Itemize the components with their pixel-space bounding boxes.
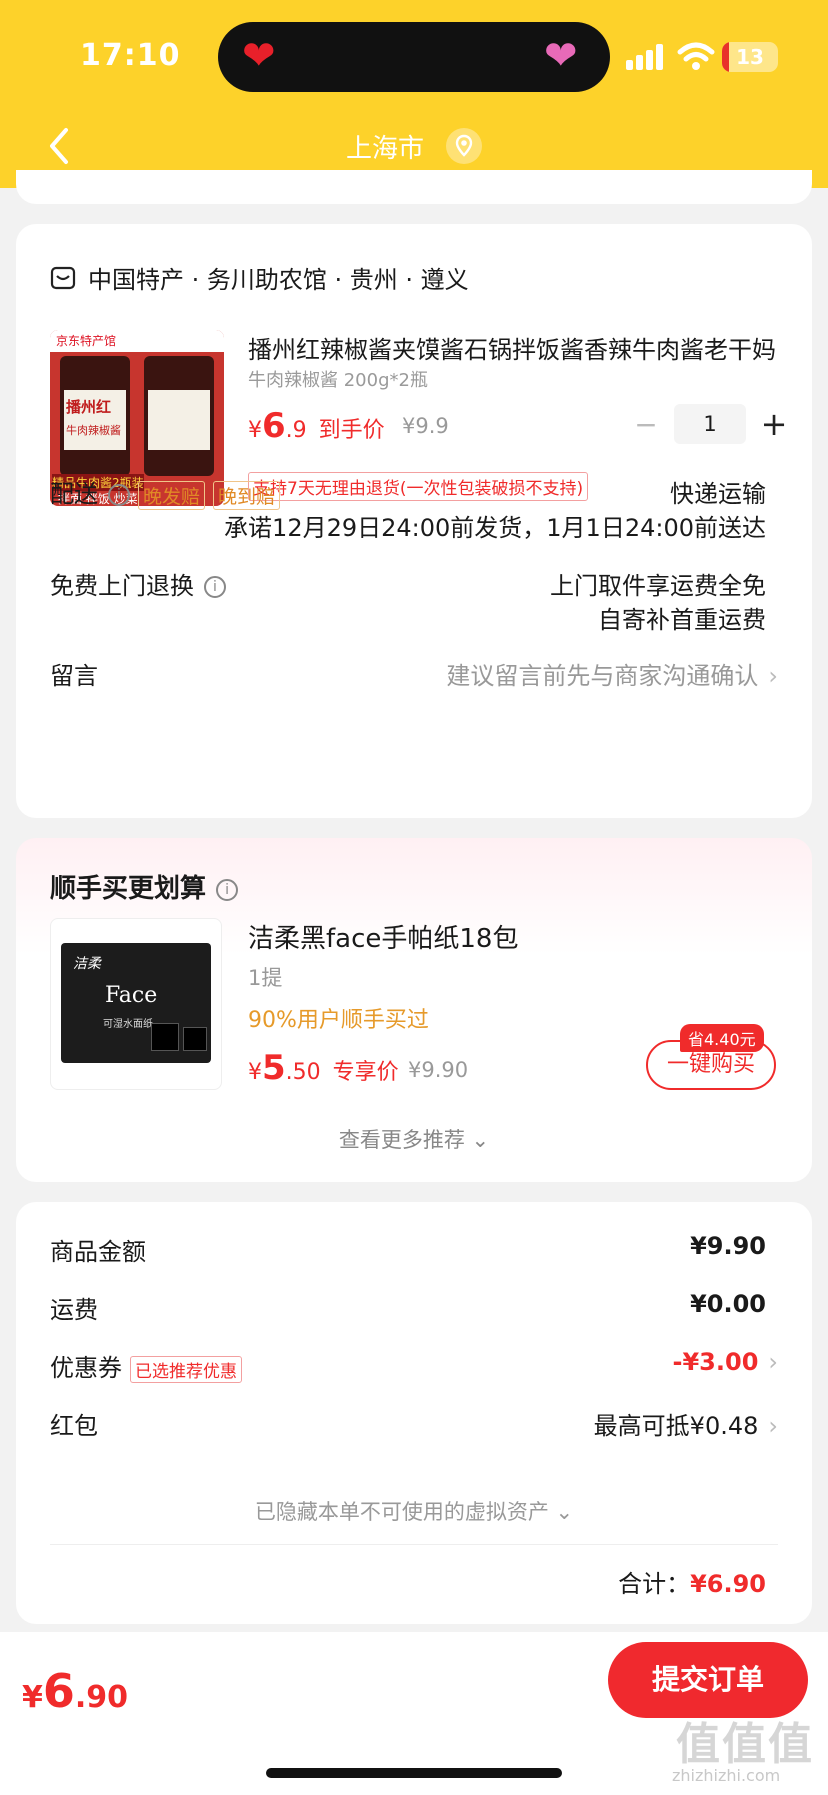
price-integer: 6 — [42, 1664, 75, 1718]
recommend-product-name[interactable]: 洁柔黑face手帕纸18包 — [248, 918, 518, 955]
pink-heart-icon: ❤ — [544, 33, 578, 79]
late-arrive-tag: 晚到赔 — [213, 480, 281, 510]
shop-card: 中国特产 · 务川助农馆 · 贵州 · 遵义 京东特产馆 播州红 牛肉辣椒酱 精… — [16, 224, 812, 818]
recommend-original-price: ¥9.90 — [408, 1058, 469, 1082]
coupon-value: -¥3.00 — [672, 1348, 759, 1376]
price-label: 到手价 — [318, 418, 385, 443]
recommend-image-brand: 洁柔 — [73, 956, 101, 972]
red-heart-icon: ❤ — [242, 33, 276, 79]
bottom-total-price: ¥ 6 .90 — [22, 1664, 128, 1718]
product-price: ¥ 6 .9 到手价 — [248, 406, 385, 446]
more-recommendations-label: 查看更多推荐 — [338, 1128, 465, 1152]
price-label: 专享价 — [332, 1060, 399, 1085]
product-image-brand: 播州红 — [66, 398, 112, 416]
return-service-line2: 自寄补首重运费 — [598, 606, 766, 634]
info-icon[interactable]: i — [108, 484, 130, 506]
chevron-down-icon: ⌄ — [471, 1128, 490, 1152]
chevron-right-icon: › — [768, 662, 778, 690]
delivery-promise: 承诺12月29日24:00前发货，1月1日24:00前送达 — [224, 514, 766, 542]
message-label: 留言 — [50, 662, 98, 690]
status-time: 17:10 — [80, 38, 181, 73]
red-packet-selector[interactable]: 最高可抵¥0.48 › — [594, 1406, 778, 1441]
recommend-card: 顺手买更划算 i 洁柔 Face 可湿水面纸 洁柔黑face手帕纸18包 1提 9… — [16, 838, 812, 1182]
hidden-assets-toggle[interactable]: 已隐藏本单不可使用的虚拟资产 ⌄ — [16, 1496, 812, 1526]
return-service-label: 免费上门退换 — [50, 572, 194, 600]
coupon-row: 优惠券 已选推荐优惠 — [50, 1348, 242, 1383]
original-price: ¥9.9 — [402, 414, 449, 438]
info-icon[interactable]: i — [216, 878, 239, 901]
recommend-image-sub: 可湿水面纸 — [103, 1019, 153, 1030]
price-integer: 5 — [262, 1048, 286, 1088]
home-indicator[interactable] — [266, 1768, 562, 1778]
goods-amount-value: ¥9.90 — [690, 1232, 766, 1260]
product-spec: 牛肉辣椒酱 200g*2瓶 — [248, 370, 428, 391]
return-policy-badge: 支持7天无理由退货(一次性包装破损不支持) — [248, 472, 589, 501]
recommend-spec: 1提 — [248, 966, 283, 990]
quantity-stepper: − 1 + — [626, 404, 794, 444]
back-button[interactable] — [40, 122, 80, 170]
top-header: 17:10 ❤ ❤ 13 上海市 — [0, 0, 828, 188]
battery-icon: 13 — [722, 42, 778, 72]
hidden-assets-label: 已隐藏本单不可使用的虚拟资产 — [254, 1500, 549, 1524]
delivery-row: 配送 i 晚发赔 晚到赔 — [50, 474, 281, 510]
message-field[interactable]: 建议留言前先与商家沟通确认 › — [446, 656, 778, 691]
return-service-row: 免费上门退换 i — [50, 566, 226, 601]
chevron-right-icon: › — [768, 1412, 778, 1440]
price-currency: ¥ — [248, 1060, 262, 1085]
info-icon[interactable]: i — [204, 576, 226, 598]
divider — [50, 1544, 778, 1545]
shipping-label: 运费 — [50, 1296, 98, 1324]
previous-card-edge — [16, 170, 812, 204]
quantity-input[interactable]: 1 — [674, 404, 746, 444]
product-image-badge: 京东特产馆 — [56, 334, 117, 348]
price-decimal: .9 — [285, 418, 307, 443]
recommend-bought-stat: 90%用户顺手买过 — [248, 1008, 429, 1033]
red-packet-label: 红包 — [50, 1412, 98, 1440]
shop-name: 中国特产 · 务川助农馆 · 贵州 · 遵义 — [88, 266, 469, 294]
recommend-price: ¥ 5 .50 专享价 — [248, 1048, 399, 1088]
shop-header[interactable]: 中国特产 · 务川助农馆 · 贵州 · 遵义 — [50, 260, 469, 295]
late-ship-tag: 晚发赔 — [138, 480, 206, 510]
location-pin-icon[interactable] — [446, 128, 482, 164]
location-title[interactable]: 上海市 — [346, 128, 424, 165]
increase-button[interactable]: + — [754, 405, 794, 443]
coupon-label: 优惠券 — [50, 1354, 122, 1382]
price-currency: ¥ — [248, 418, 262, 443]
return-service-line1: 上门取件享运费全免 — [550, 572, 766, 600]
watermark-url: zhizhizhi.com — [672, 1766, 781, 1785]
more-recommendations-link[interactable]: 查看更多推荐 ⌄ — [16, 1124, 812, 1154]
price-currency: ¥ — [22, 1680, 43, 1715]
order-total: 合计：¥6.90 — [618, 1564, 766, 1599]
store-icon — [50, 266, 76, 289]
chevron-down-icon: ⌄ — [555, 1500, 574, 1524]
decrease-button[interactable]: − — [626, 408, 666, 441]
shipping-value: ¥0.00 — [690, 1290, 766, 1318]
battery-level: 13 — [736, 45, 764, 69]
coupon-tag: 已选推荐优惠 — [130, 1355, 242, 1383]
recommend-title: 顺手买更划算 i — [50, 868, 239, 905]
message-placeholder: 建议留言前先与商家沟通确认 — [446, 662, 759, 690]
recommend-image-text: Face — [105, 983, 158, 1008]
delivery-method[interactable]: 快递运输 — [670, 474, 766, 509]
submit-order-button[interactable]: 提交订单 — [608, 1642, 808, 1718]
wifi-icon — [677, 42, 715, 70]
watermark-logo: 值值值 — [676, 1719, 814, 1770]
total-label: 合计： — [618, 1570, 691, 1598]
product-image-flavor: 牛肉辣椒酱 — [66, 424, 121, 437]
delivery-label: 配送 — [50, 480, 98, 508]
coupon-selector[interactable]: -¥3.00 › — [673, 1348, 778, 1376]
price-decimal: .90 — [74, 1680, 129, 1715]
price-decimal: .50 — [285, 1060, 321, 1085]
red-packet-value: 最高可抵¥0.48 — [593, 1412, 759, 1440]
order-summary-card: 商品金额 ¥9.90 运费 ¥0.00 优惠券 已选推荐优惠 -¥3.00 › 红包… — [16, 1202, 812, 1624]
goods-amount-label: 商品金额 — [50, 1238, 146, 1266]
product-title[interactable]: 播州红辣椒酱夹馍酱石锅拌饭酱香辣牛肉酱老干妈 — [248, 330, 788, 365]
chevron-right-icon: › — [768, 1348, 778, 1376]
recommend-product-image[interactable]: 洁柔 Face 可湿水面纸 — [50, 918, 222, 1090]
total-value: ¥6.90 — [690, 1570, 766, 1598]
recommend-title-text: 顺手买更划算 — [50, 874, 207, 904]
signal-icon — [626, 44, 666, 70]
price-integer: 6 — [262, 406, 286, 446]
save-amount-badge: 省4.40元 — [680, 1024, 764, 1052]
